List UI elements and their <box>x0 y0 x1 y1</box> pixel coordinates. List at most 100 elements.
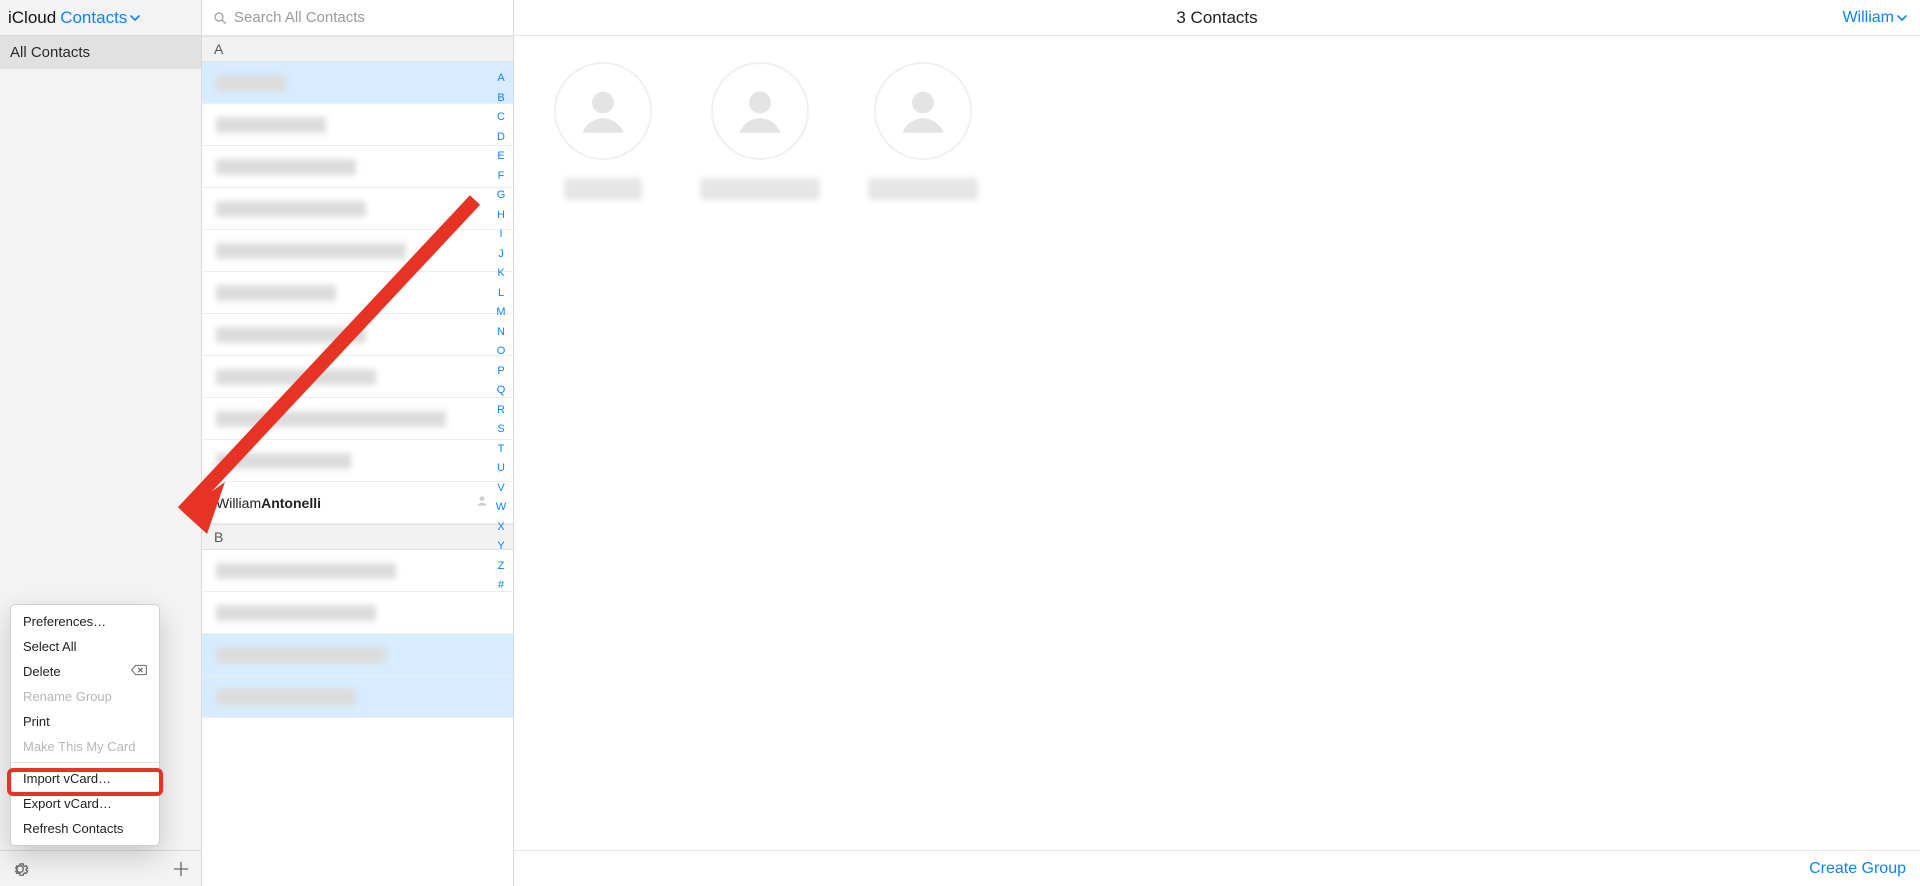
gear-menu: Preferences… Select AllDelete Rename Group… <box>10 604 160 846</box>
me-card-icon <box>475 494 489 511</box>
redacted-name <box>700 178 820 200</box>
menu-item-import-vcard[interactable]: Import vCard… <box>11 766 159 791</box>
redacted-name <box>216 605 376 621</box>
contact-row[interactable] <box>202 188 513 230</box>
avatar-placeholder <box>554 62 652 160</box>
alpha-index-letter[interactable]: E <box>497 148 504 165</box>
menu-item-label: Preferences… <box>23 614 106 629</box>
redacted-name <box>216 117 326 133</box>
sidebar-bottom-toolbar <box>0 850 201 886</box>
contact-preview-card <box>700 62 820 200</box>
redacted-name <box>216 411 446 427</box>
section-header: B <box>202 524 513 550</box>
menu-item-rename-group: Rename Group <box>11 684 159 709</box>
menu-item-print[interactable]: Print <box>11 709 159 734</box>
menu-item-refresh[interactable]: Refresh Contacts <box>11 816 159 841</box>
gear-icon <box>10 859 30 879</box>
detail-pane: 3 Contacts William Create Group <box>514 0 1920 886</box>
selected-contacts-preview <box>554 62 1880 200</box>
alpha-index-letter[interactable]: S <box>497 421 504 438</box>
alpha-index-letter[interactable]: Z <box>498 558 505 575</box>
redacted-name <box>216 453 351 469</box>
search-icon <box>212 10 228 26</box>
settings-gear-button[interactable] <box>8 857 32 881</box>
detail-footer: Create Group <box>514 850 1920 886</box>
breadcrumb-current-label: Contacts <box>60 8 127 28</box>
user-menu[interactable]: William <box>1842 9 1908 27</box>
contact-row[interactable] <box>202 440 513 482</box>
alpha-index-letter[interactable]: D <box>497 129 505 146</box>
contact-row[interactable] <box>202 62 513 104</box>
contact-row[interactable] <box>202 592 513 634</box>
contact-row[interactable] <box>202 272 513 314</box>
alpha-index-letter[interactable]: B <box>497 90 504 107</box>
alpha-index-letter[interactable]: Q <box>497 382 506 399</box>
alpha-index-letter[interactable]: W <box>496 499 506 516</box>
alpha-index-letter[interactable]: K <box>497 265 504 282</box>
alpha-index-letter[interactable]: Y <box>497 538 504 555</box>
alpha-index-letter[interactable]: A <box>497 70 504 87</box>
sidebar: iCloud Contacts All Contacts Preferences… <box>0 0 202 886</box>
alpha-index-letter[interactable]: C <box>497 109 505 126</box>
alpha-index-letter[interactable]: X <box>497 519 504 536</box>
alpha-index-letter[interactable]: G <box>497 187 506 204</box>
contact-row[interactable] <box>202 356 513 398</box>
menu-item-label: Rename Group <box>23 689 112 704</box>
contacts-list[interactable]: AWilliam AntonelliB <box>202 36 513 886</box>
alpha-index-letter[interactable]: # <box>498 577 504 594</box>
contact-preview-card <box>554 62 652 200</box>
search-bar <box>202 0 513 36</box>
redacted-name <box>216 285 336 301</box>
menu-item-delete[interactable]: Delete <box>11 659 159 684</box>
alpha-index-letter[interactable]: J <box>498 246 504 263</box>
alpha-index-letter[interactable]: H <box>497 207 505 224</box>
redacted-name <box>216 327 366 343</box>
contact-row[interactable] <box>202 146 513 188</box>
avatar-placeholder <box>711 62 809 160</box>
alpha-index-letter[interactable]: P <box>497 363 504 380</box>
breadcrumb-current[interactable]: Contacts <box>60 8 141 28</box>
contact-row[interactable] <box>202 104 513 146</box>
user-name: William <box>1842 9 1894 27</box>
menu-item-preferences[interactable]: Preferences… <box>11 609 159 634</box>
alpha-index-letter[interactable]: N <box>497 324 505 341</box>
alpha-index-letter[interactable]: I <box>499 226 502 243</box>
alpha-index-letter[interactable]: M <box>496 304 505 321</box>
breadcrumb-root: iCloud <box>8 8 56 28</box>
redacted-name <box>216 369 376 385</box>
alpha-index-letter[interactable]: U <box>497 460 505 477</box>
menu-item-label: Import vCard… <box>23 771 111 786</box>
contact-row[interactable] <box>202 398 513 440</box>
contact-row[interactable]: William Antonelli <box>202 482 513 524</box>
plus-icon <box>171 859 191 879</box>
add-button[interactable] <box>169 857 193 881</box>
alpha-index-letter[interactable]: L <box>498 285 504 302</box>
contact-row[interactable] <box>202 314 513 356</box>
contact-row[interactable] <box>202 230 513 272</box>
contact-first-name: William <box>216 495 261 511</box>
redacted-name <box>216 647 386 663</box>
alpha-index-letter[interactable]: T <box>498 441 505 458</box>
alpha-index-letter[interactable]: O <box>497 343 506 360</box>
person-icon <box>574 82 632 140</box>
section-header: A <box>202 36 513 62</box>
menu-item-export-vcard[interactable]: Export vCard… <box>11 791 159 816</box>
redacted-name <box>216 159 356 175</box>
search-input[interactable] <box>234 9 503 26</box>
contact-row[interactable] <box>202 634 513 676</box>
contact-row[interactable] <box>202 676 513 718</box>
alpha-index-letter[interactable]: V <box>497 480 504 497</box>
alpha-index-letter[interactable]: R <box>497 402 505 419</box>
person-icon <box>894 82 952 140</box>
selection-count: 3 Contacts <box>1176 8 1257 28</box>
contact-row[interactable] <box>202 550 513 592</box>
menu-item-label: Make This My Card <box>23 739 135 754</box>
alpha-index-letter[interactable]: F <box>498 168 505 185</box>
person-icon <box>731 82 789 140</box>
redacted-name <box>216 689 356 705</box>
avatar-placeholder <box>874 62 972 160</box>
create-group-button[interactable]: Create Group <box>1809 860 1906 878</box>
menu-item-select-all[interactable]: Select All <box>11 634 159 659</box>
menu-item-make-my-card: Make This My Card <box>11 734 159 759</box>
group-all-contacts[interactable]: All Contacts <box>0 36 201 70</box>
